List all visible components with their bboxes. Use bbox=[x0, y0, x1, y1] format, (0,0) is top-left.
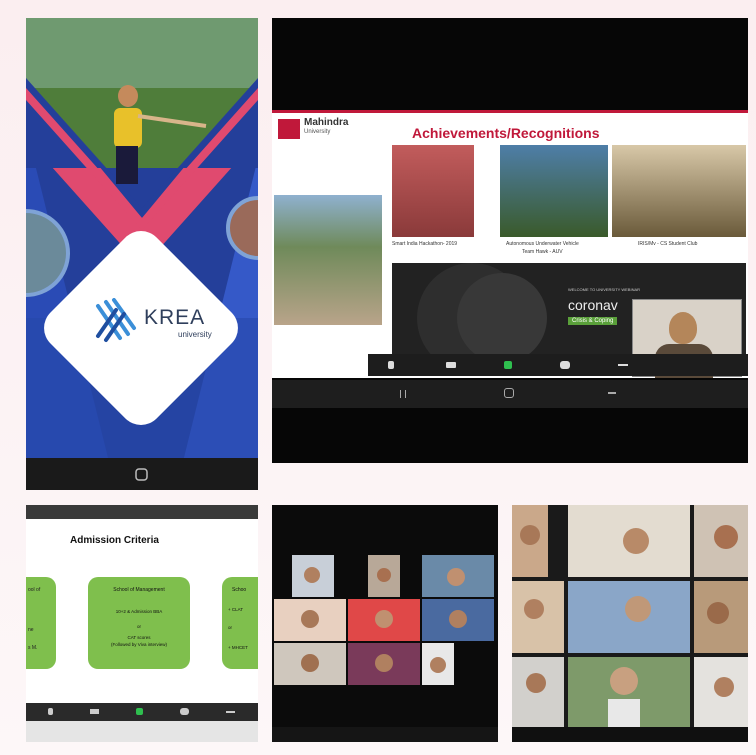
back-icon[interactable] bbox=[400, 390, 406, 398]
university-brand-sub: University bbox=[304, 129, 331, 135]
slide-title: Achievements/Recognitions bbox=[412, 125, 600, 141]
more-icon[interactable] bbox=[226, 711, 235, 713]
law-card-line1: Schoo bbox=[232, 587, 247, 593]
banner-small-text: WELCOME TO UNIVERSITY WEBINAR bbox=[568, 287, 641, 292]
photo-collage: KREA university Mahindra University Achi… bbox=[0, 0, 756, 755]
participant-video-grid bbox=[272, 505, 498, 742]
management-card-line3: CAT scores bbox=[127, 635, 151, 640]
video-icon[interactable] bbox=[446, 362, 456, 368]
admission-slide-screen: Admission Criteria ool of ne s M. School… bbox=[26, 505, 258, 742]
krea-logo: KREA university bbox=[94, 294, 214, 354]
law-card-line3: or bbox=[228, 625, 233, 630]
law-card-line2: + CLAT bbox=[228, 607, 244, 612]
management-card-line1: 10+2 & Admission BBA bbox=[115, 609, 163, 614]
law-criteria-card: Schoo + CLAT or + MHCET bbox=[222, 577, 258, 669]
campus-photo bbox=[274, 195, 382, 325]
caption-student-club: IRIS/Mv - CS Student Club bbox=[638, 241, 698, 247]
caption-auv: Autonomous Underwater Vehicle bbox=[506, 241, 579, 247]
top-notch-bar bbox=[26, 505, 258, 519]
meeting-toolbar bbox=[368, 354, 748, 376]
krea-logo-subtitle: university bbox=[178, 330, 212, 339]
left-criteria-card: ool of ne s M. bbox=[26, 577, 56, 669]
participants-icon[interactable] bbox=[180, 708, 189, 715]
banner-title: coronav bbox=[568, 297, 618, 313]
gallery-view-screen-1 bbox=[272, 505, 498, 742]
tablet-nav-bar bbox=[26, 721, 258, 742]
mute-icon[interactable] bbox=[48, 708, 53, 715]
management-card-line2: or bbox=[136, 624, 141, 629]
security-icon[interactable] bbox=[136, 708, 143, 715]
krea-background-graphic bbox=[26, 18, 258, 490]
university-logo bbox=[278, 119, 300, 139]
recents-icon[interactable] bbox=[608, 392, 616, 394]
krea-tablet-screen: KREA university bbox=[26, 18, 258, 490]
banner-tag: Crisis & Coping bbox=[568, 317, 618, 325]
gallery-view-screen-2 bbox=[512, 505, 748, 742]
hackathon-photo bbox=[392, 145, 474, 237]
more-icon[interactable] bbox=[618, 364, 628, 366]
presentation-slide: Mahindra University Achievements/Recogni… bbox=[272, 110, 748, 378]
left-card-line2: ne bbox=[28, 627, 34, 633]
student-club-photo bbox=[612, 145, 746, 237]
mahindra-webinar-screen: Mahindra University Achievements/Recogni… bbox=[272, 18, 748, 463]
caption-hackathon: Smart India Hackathon- 2019 bbox=[392, 241, 458, 247]
admission-title: Admission Criteria bbox=[70, 535, 159, 546]
security-icon[interactable] bbox=[504, 361, 512, 369]
krea-logo-name: KREA bbox=[144, 306, 206, 329]
law-card-line4: + MHCET bbox=[228, 645, 248, 650]
mute-icon[interactable] bbox=[388, 361, 394, 369]
university-brand: Mahindra bbox=[304, 117, 349, 128]
krea-logo-mark-icon bbox=[96, 298, 136, 342]
left-card-line1: ool of bbox=[28, 587, 41, 593]
participants-icon[interactable] bbox=[560, 361, 570, 369]
caption-auv-sub: Team Hawk - AUV bbox=[522, 249, 563, 255]
meeting-toolbar bbox=[26, 703, 258, 721]
management-card-heading: School of Management bbox=[113, 587, 165, 593]
tablet-nav-bar bbox=[272, 380, 748, 408]
left-card-line3: s M. bbox=[28, 645, 38, 651]
home-icon[interactable] bbox=[504, 388, 514, 398]
management-card-line4: (Followed by Viva interview) bbox=[111, 642, 167, 647]
auv-photo bbox=[500, 145, 608, 237]
participant-video-grid bbox=[512, 505, 748, 742]
management-criteria-card: School of Management 10+2 & Admission BB… bbox=[88, 577, 190, 669]
video-icon[interactable] bbox=[90, 709, 99, 714]
